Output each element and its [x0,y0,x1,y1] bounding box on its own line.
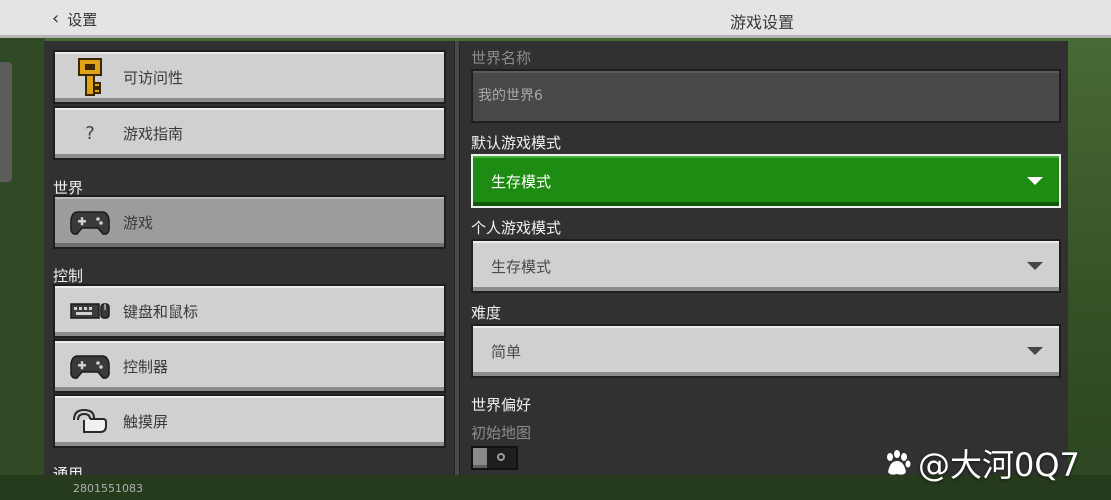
back-button-label: 设置 [67,10,98,29]
starting-map-label: 初始地图 [471,424,532,442]
personal-game-mode-label: 个人游戏模式 [471,219,562,237]
chevron-left-icon: ‹ [52,8,60,29]
sidebar-item-controller[interactable]: 控制器 [53,339,446,393]
default-game-mode-dropdown[interactable]: 生存模式 [471,154,1061,208]
touch-icon [67,401,113,441]
starting-map-toggle[interactable] [471,446,518,470]
personal-game-mode-value: 生存模式 [491,257,552,276]
back-button[interactable]: ‹ 设置 [52,6,97,32]
keyboard-mouse-icon [67,291,113,331]
sidebar-item-game[interactable]: 游戏 [53,195,446,249]
sidebar-item-keyboard-mouse[interactable]: 键盘和鼠标 [53,284,446,338]
sidebar-item-accessibility[interactable]: 可访问性 [53,50,446,104]
sidebar-item-label: 触摸屏 [123,412,169,431]
section-label-general: 通用 [53,465,84,475]
personal-game-mode-dropdown[interactable]: 生存模式 [471,239,1061,293]
difficulty-value: 简单 [491,342,522,361]
difficulty-dropdown[interactable]: 简单 [471,324,1061,378]
world-name-input[interactable]: 我的世界6 [471,69,1061,123]
sidebar-item-label: 游戏 [123,213,154,232]
background-panel-edge [0,62,12,182]
watermark: @大河0Q7 [882,440,1080,486]
caret-down-icon [1027,262,1043,270]
section-label-controls: 控制 [53,267,84,285]
difficulty-label: 难度 [471,304,502,322]
default-game-mode-label: 默认游戏模式 [471,134,562,152]
top-bar: ‹ 设置 游戏设置 [0,0,1111,38]
sidebar-item-label: 游戏指南 [123,124,184,143]
sidebar-item-game-guide[interactable]: ? 游戏指南 [53,106,446,160]
sidebar: 可访问性 ? 游戏指南 世界 游戏 控制 键盘和鼠标 控制器 触摸屏 通用 [44,41,454,475]
watermark-text: @大河0Q7 [918,446,1080,484]
caret-down-icon [1027,347,1043,355]
key-icon [67,57,113,97]
sidebar-item-touch-screen[interactable]: 触摸屏 [53,394,446,448]
sidebar-item-label: 可访问性 [123,68,184,87]
paw-logo-icon [882,448,912,478]
toggle-off-icon [497,453,505,461]
caret-down-icon [1027,177,1043,185]
world-name-label: 世界名称 [471,49,532,67]
sidebar-item-label: 键盘和鼠标 [123,302,199,321]
page-title: 游戏设置 [730,13,795,32]
settings-panel: 世界名称 我的世界6 默认游戏模式 生存模式 个人游戏模式 生存模式 难度 简单… [460,41,1068,475]
version-number: 2801551083 [73,482,143,495]
gamepad-icon [67,346,113,386]
default-game-mode-value: 生存模式 [491,172,552,191]
question-icon: ? [85,122,95,144]
toggle-knob[interactable] [473,448,487,468]
sidebar-item-label: 控制器 [123,357,169,376]
gamepad-icon [67,202,113,242]
world-preferences-label: 世界偏好 [471,396,532,414]
